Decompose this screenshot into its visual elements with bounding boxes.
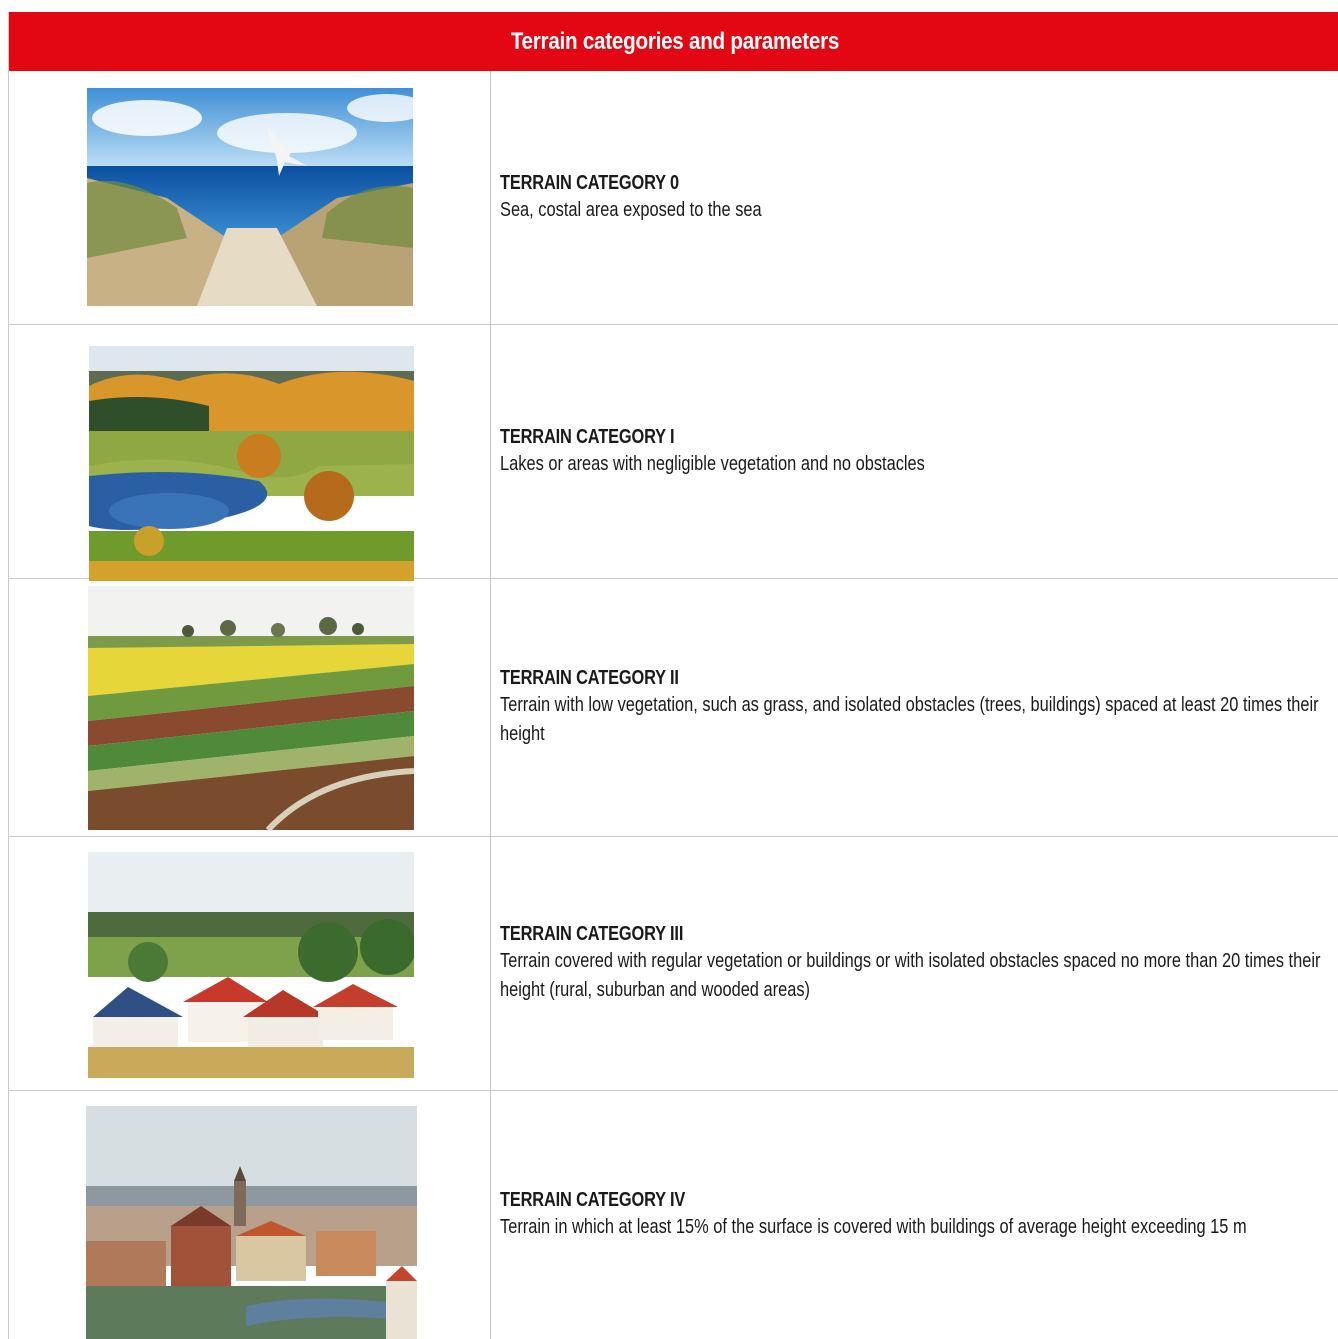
category-description: Sea, costal area exposed to the sea <box>500 198 762 221</box>
text-cell: TERRAIN CATEGORY II Terrain with low veg… <box>500 579 1338 836</box>
image-cell <box>9 1091 491 1339</box>
text-cell: TERRAIN CATEGORY 0 Sea, costal area expo… <box>500 71 1338 324</box>
category-title: TERRAIN CATEGORY II <box>500 667 679 689</box>
category-title: TERRAIN CATEGORY 0 <box>500 171 679 194</box>
city-skyline-photo <box>86 1106 417 1339</box>
table-title: Terrain categories and parameters <box>510 27 839 55</box>
table-row: TERRAIN CATEGORY I Lakes or areas with n… <box>9 325 1338 581</box>
image-cell <box>9 579 491 836</box>
image-cell <box>9 325 491 581</box>
category-title: TERRAIN CATEGORY I <box>500 425 675 448</box>
text-cell: TERRAIN CATEGORY III Terrain covered wit… <box>500 837 1338 1090</box>
sea-beach-photo <box>87 88 413 306</box>
category-description: Terrain with low vegetation, such as gra… <box>500 694 1319 745</box>
table-row: TERRAIN CATEGORY IV Terrain in which at … <box>9 1091 1338 1339</box>
category-title: TERRAIN CATEGORY III <box>500 923 684 945</box>
suburban-houses-photo <box>88 852 414 1078</box>
category-description: Terrain in which at least 15% of the sur… <box>500 1216 1247 1238</box>
image-cell <box>9 837 491 1090</box>
table-row: TERRAIN CATEGORY 0 Sea, costal area expo… <box>9 71 1338 325</box>
table-header: Terrain categories and parameters <box>9 12 1338 71</box>
farmland-fields-photo <box>88 586 414 830</box>
table-row: TERRAIN CATEGORY III Terrain covered wit… <box>9 837 1338 1091</box>
category-description: Terrain covered with regular vegetation … <box>500 950 1321 1001</box>
terrain-table: Terrain categories and parameters TERRAI… <box>8 12 1338 1339</box>
text-cell: TERRAIN CATEGORY I Lakes or areas with n… <box>500 325 1338 578</box>
category-title: TERRAIN CATEGORY IV <box>500 1189 686 1211</box>
table-row: TERRAIN CATEGORY II Terrain with low veg… <box>9 579 1338 837</box>
image-cell <box>9 71 491 324</box>
lake-autumn-photo <box>89 346 414 581</box>
text-cell: TERRAIN CATEGORY IV Terrain in which at … <box>500 1091 1338 1339</box>
category-description: Lakes or areas with negligible vegetatio… <box>500 452 925 475</box>
